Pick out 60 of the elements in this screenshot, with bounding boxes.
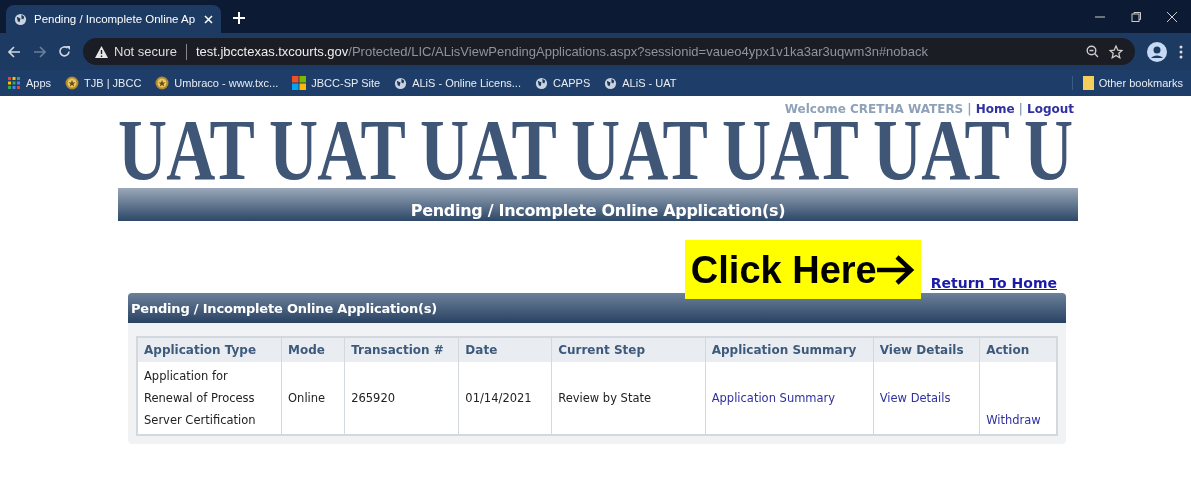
column-header: Mode	[288, 343, 325, 357]
new-tab-icon[interactable]	[233, 12, 245, 24]
apps-grid-icon	[8, 76, 21, 90]
seal-icon	[155, 76, 170, 90]
security-label: Not secure	[114, 44, 177, 59]
column-header: View Details	[879, 343, 964, 357]
separator: |	[967, 102, 972, 118]
logout-link[interactable]: Logout	[1027, 102, 1074, 118]
arrow-icon	[876, 255, 915, 285]
bookmark[interactable]: ALiS - Online Licens...	[394, 76, 521, 90]
address-bar[interactable]: Not secure test.jbcctexas.txcourts.gov/Protected/LIC/ALisViewPendingApplications.aspx?sessionid=vaueo4ypx1v1ka3ar3uqwm3n#noback	[83, 38, 1135, 65]
restore-icon[interactable]	[1131, 11, 1141, 22]
table-cell: Online	[288, 391, 326, 405]
bookmark[interactable]: JBCC-SP Site	[292, 76, 381, 90]
table-link[interactable]: Application Summary	[711, 391, 836, 405]
profile-avatar-icon[interactable]	[1147, 41, 1167, 62]
table-cell: Review by State	[558, 391, 652, 405]
browser-tab[interactable]: Pending / Incomplete Online Ap	[6, 5, 221, 33]
close-icon[interactable]	[1167, 11, 1177, 22]
zoom-icon[interactable]	[1086, 45, 1099, 58]
globe-icon	[534, 76, 548, 90]
bookmark[interactable]: ALiS - UAT	[604, 76, 677, 90]
return-home-link[interactable]: Return To Home	[930, 275, 1057, 291]
table-cell: 265920	[351, 391, 396, 405]
globe-icon	[604, 76, 618, 90]
warning-icon	[95, 45, 108, 58]
star-icon[interactable]	[1109, 44, 1123, 59]
page-title: Pending / Incomplete Online Application(s)	[410, 201, 786, 221]
home-link[interactable]: Home	[975, 102, 1015, 118]
url-text: test.jbcctexas.txcourts.gov/Protected/LIC/ALisViewPendingApplications.aspx?sessionid=vaueo4ypx1v1ka3ar3uqwm3n#noback	[195, 44, 929, 59]
table-link[interactable]: View Details	[879, 391, 951, 405]
panel-title: Pending / Incomplete Online Application(s)	[131, 300, 438, 316]
bookmark[interactable]: Umbraco - www.txc...	[155, 76, 279, 90]
tiles-icon	[292, 76, 307, 90]
table-cell: Application for Renewal of Process Server Certification	[144, 369, 256, 427]
more-menu-icon[interactable]	[1179, 44, 1183, 59]
seal-icon	[65, 76, 80, 90]
bookmark[interactable]: Apps	[8, 76, 52, 90]
withdraw-link[interactable]: Withdraw	[986, 413, 1041, 427]
table-cell: 01/14/2021	[465, 391, 532, 405]
column-header: Application Type	[144, 343, 257, 357]
reload-icon[interactable]	[58, 45, 71, 58]
callout-label: Click Here	[684, 240, 921, 299]
other-bookmarks[interactable]: Other bookmarks	[1071, 76, 1183, 90]
banner-text: UAT UAT UAT UAT UAT UAT U	[118, 118, 1073, 182]
separator: |	[1018, 102, 1023, 118]
column-header: Action	[986, 343, 1030, 357]
column-header: Current Step	[558, 343, 646, 357]
globe-icon	[394, 76, 408, 90]
column-header: Date	[465, 343, 498, 357]
welcome-text: Welcome CRETHA WATERS	[784, 102, 964, 118]
bookmark[interactable]: TJB | JBCC	[65, 76, 142, 90]
back-arrow-icon[interactable]	[8, 45, 21, 58]
column-header: Transaction #	[351, 343, 444, 357]
tab-title: Pending / Incomplete Online Ap	[34, 13, 197, 25]
column-header: Application Summary	[711, 343, 857, 357]
globe-icon	[14, 12, 27, 26]
folder-icon	[1082, 76, 1094, 90]
forward-arrow-icon[interactable]	[33, 45, 46, 58]
bookmark[interactable]: CAPPS	[534, 76, 591, 90]
